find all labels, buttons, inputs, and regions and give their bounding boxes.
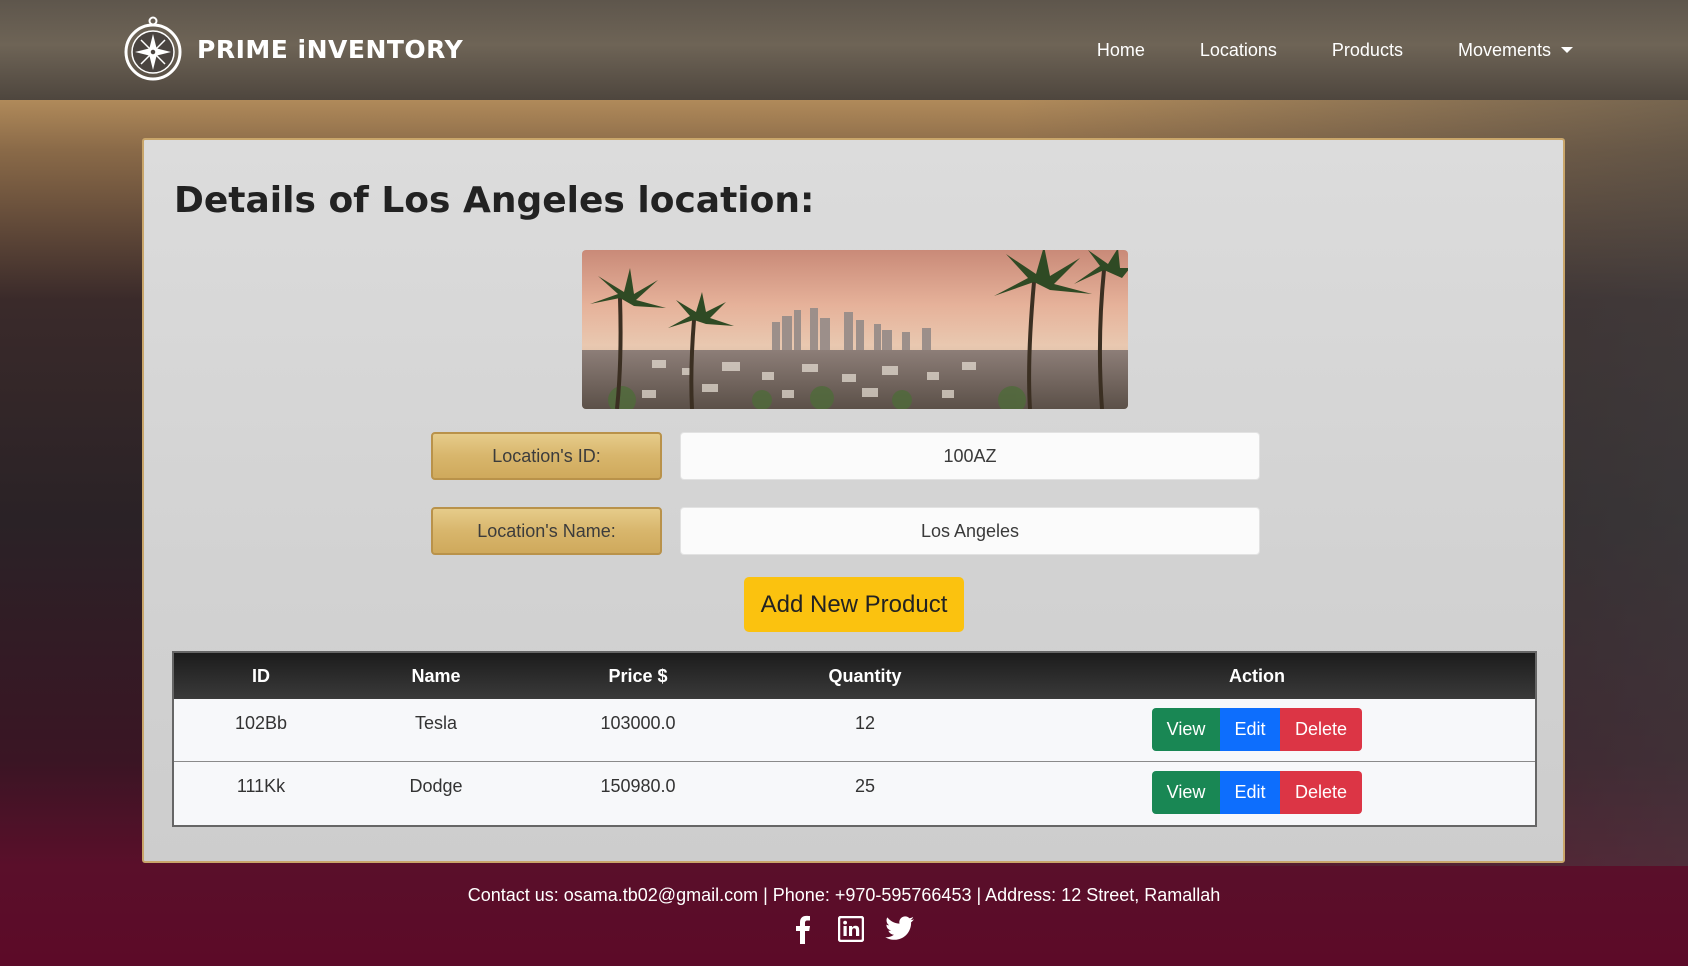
location-details-card: Details of Los Angeles location: Locatio… [142,138,1565,863]
table-row: 102Bb Tesla 103000.0 12 View Edit Delete [174,699,1535,762]
cell-quantity: 12 [854,713,876,733]
delete-button[interactable]: Delete [1280,771,1362,814]
products-table: ID Name Price $ Quantity Action 102Bb Te… [172,651,1537,827]
nav-movements-label: Movements [1457,39,1551,60]
cell-name: Dodge [409,776,463,796]
delete-button[interactable]: Delete [1280,708,1362,751]
location-name-label: Location's Name: [431,507,662,555]
nav-products[interactable]: Products [1332,40,1403,61]
location-id-row: Location's ID: 100AZ [431,432,1261,480]
nav-links: Home Locations Products Movements [1042,0,1573,100]
view-button[interactable]: View [1152,708,1220,751]
location-id-field[interactable]: 100AZ [680,432,1260,480]
caret-down-icon [1561,47,1573,53]
col-price-header: Price $ [608,666,668,686]
col-name-header: Name [411,666,461,686]
compass-logo-icon [124,16,182,82]
col-action-header: Action [1229,666,1285,686]
view-button[interactable]: View [1152,771,1220,814]
location-name-field[interactable]: Los Angeles [680,507,1260,555]
cell-price: 103000.0 [600,713,676,733]
navbar: PRIME iNVENTORY Home Locations Products … [0,0,1688,100]
social-links [787,914,934,944]
edit-button[interactable]: Edit [1220,708,1280,751]
table-row: 111Kk Dodge 150980.0 25 View Edit Delete [174,762,1535,825]
brand-name: PRIME iNVENTORY [197,34,464,64]
cell-id: 111Kk [236,776,286,796]
col-id-header: ID [252,666,270,686]
linkedin-icon[interactable] [836,914,866,944]
location-name-row: Location's Name: Los Angeles [431,507,1261,555]
brand[interactable]: PRIME iNVENTORY [124,16,463,82]
nav-home[interactable]: Home [1097,40,1145,61]
twitter-icon[interactable] [885,914,915,944]
cell-quantity: 25 [854,776,876,796]
edit-button[interactable]: Edit [1220,771,1280,814]
location-hero-image [582,250,1128,409]
cell-price: 150980.0 [600,776,676,796]
facebook-icon[interactable] [787,914,817,944]
add-new-product-button[interactable]: Add New Product [744,577,964,632]
nav-movements-dropdown[interactable]: Movements [1458,40,1573,61]
footer-contact: Contact us: osama.tb02@gmail.com | Phone… [467,885,1221,905]
cell-name: Tesla [414,713,458,733]
page-title: Details of Los Angeles location: [174,180,815,221]
cell-id: 102Bb [234,713,288,733]
table-header: ID Name Price $ Quantity Action [174,653,1535,699]
row-actions: View Edit Delete [1152,771,1362,814]
location-id-label: Location's ID: [431,432,662,480]
nav-locations[interactable]: Locations [1200,40,1277,61]
col-quantity-header: Quantity [828,666,902,686]
row-actions: View Edit Delete [1152,708,1362,751]
